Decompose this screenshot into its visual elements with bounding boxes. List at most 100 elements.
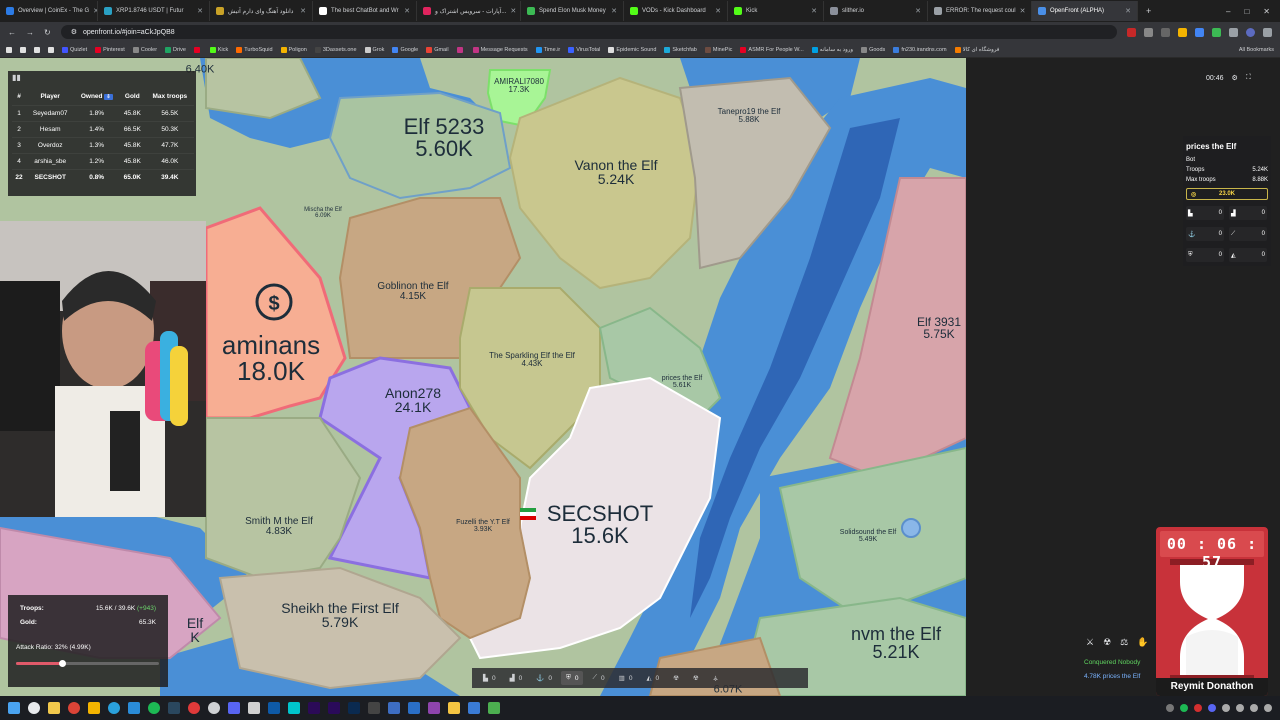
build-option[interactable]: ▥ 0 bbox=[614, 671, 638, 685]
browser-tab[interactable]: The best ChatBot and Wr ✕ bbox=[313, 1, 417, 21]
bookmark-item[interactable] bbox=[456, 46, 465, 53]
tab-close-icon[interactable]: ✕ bbox=[1121, 7, 1131, 15]
chrome-icon[interactable] bbox=[68, 702, 80, 714]
extension-icon[interactable] bbox=[1195, 27, 1204, 37]
discord-icon[interactable] bbox=[228, 702, 240, 714]
leaderboard-row[interactable]: 4 arshia_sbe 1.2% 45.8K 46.0K bbox=[12, 153, 194, 170]
browser-tab[interactable]: ERROR: The request coul ✕ bbox=[928, 1, 1032, 21]
telegram-icon[interactable] bbox=[108, 702, 120, 714]
leaderboard-icon[interactable]: ▮▮ bbox=[12, 73, 22, 83]
close-window-icon[interactable]: ✕ bbox=[1263, 7, 1270, 16]
bookmark-item[interactable]: MinePic bbox=[704, 46, 732, 53]
site-info-icon[interactable]: ⚙ bbox=[71, 28, 77, 36]
url-input[interactable]: ⚙ openfront.io/#join=aCkJpQB8 bbox=[60, 25, 1117, 39]
bookmark-item[interactable] bbox=[193, 46, 202, 53]
build-option[interactable]: ☢ bbox=[668, 671, 684, 685]
unit-marker-icon[interactable] bbox=[901, 518, 921, 538]
attack-ratio-slider[interactable] bbox=[16, 660, 159, 667]
chatgpt-icon[interactable] bbox=[208, 702, 220, 714]
leaderboard-row[interactable]: 2 Hesam 1.4% 66.5K 50.3K bbox=[12, 121, 194, 138]
build-option[interactable]: ⚶ bbox=[708, 671, 724, 685]
tab-close-icon[interactable]: ✕ bbox=[1016, 7, 1026, 15]
tab-close-icon[interactable]: ✕ bbox=[506, 7, 516, 15]
vscode-icon[interactable] bbox=[128, 702, 140, 714]
tray-icon[interactable] bbox=[1194, 704, 1202, 712]
tab-close-icon[interactable]: ✕ bbox=[89, 7, 97, 15]
browser-tab[interactable]: آپارات - سرویس اشتراک و... ✕ bbox=[417, 1, 521, 21]
app-icon[interactable] bbox=[188, 702, 200, 714]
bookmark-item[interactable]: VirusTotal bbox=[568, 46, 600, 53]
bookmark-folder-icon[interactable] bbox=[6, 46, 12, 53]
file-explorer-icon[interactable] bbox=[48, 702, 60, 714]
bookmark-item[interactable]: Sketchfab bbox=[664, 46, 697, 53]
tray-icon[interactable] bbox=[1208, 704, 1216, 712]
photoshop-icon[interactable] bbox=[348, 702, 360, 714]
tray-icon[interactable] bbox=[1180, 704, 1188, 712]
bookmark-item[interactable]: Drive bbox=[165, 46, 186, 53]
col-gold[interactable]: Gold bbox=[119, 88, 146, 106]
extension-icon[interactable] bbox=[1127, 27, 1136, 37]
bookmark-item[interactable]: فروشگاه ای کالا bbox=[954, 46, 999, 53]
forward-icon[interactable]: → bbox=[26, 28, 34, 37]
sword-icon[interactable]: ⚔ bbox=[1086, 637, 1094, 648]
tray-icon[interactable] bbox=[1236, 704, 1244, 712]
steam-icon[interactable] bbox=[168, 702, 180, 714]
extension-icon[interactable] bbox=[1212, 27, 1221, 37]
browser-tab[interactable]: XRP1.8746 USDT | Futur ✕ bbox=[98, 1, 210, 21]
build-option[interactable]: ⛨ 0 bbox=[560, 671, 584, 685]
col-max-troops[interactable]: Max troops bbox=[146, 88, 194, 106]
browser-tab[interactable]: VODs - Kick Dashboard ✕ bbox=[624, 1, 728, 21]
app-icon[interactable] bbox=[448, 702, 460, 714]
blender-icon[interactable] bbox=[388, 702, 400, 714]
maximize-icon[interactable]: □ bbox=[1244, 7, 1249, 16]
bookmark-item[interactable]: Quizlet bbox=[62, 46, 87, 53]
col-owned[interactable]: Owned ⇩ bbox=[74, 88, 119, 106]
bookmark-item[interactable]: Cooler bbox=[132, 46, 157, 53]
bookmark-folder-icon[interactable] bbox=[20, 46, 26, 53]
all-bookmarks-button[interactable]: All Bookmarks bbox=[1239, 47, 1274, 53]
app-icon[interactable] bbox=[408, 702, 420, 714]
after-effects-icon[interactable] bbox=[308, 702, 320, 714]
attack-ratio-handle[interactable] bbox=[58, 660, 66, 667]
tray-icon[interactable] bbox=[1222, 704, 1230, 712]
bookmark-item[interactable]: fn230.irandns.com bbox=[893, 46, 947, 53]
browser-tab[interactable]: OpenFront (ALPHA) ✕ bbox=[1032, 1, 1138, 21]
menu-icon[interactable] bbox=[1263, 27, 1272, 37]
app-icon[interactable] bbox=[248, 702, 260, 714]
bookmark-item[interactable]: Gmail bbox=[426, 46, 449, 53]
browser-tab[interactable]: دانلود آهنگ وای دارم آتیش ✕ bbox=[210, 1, 313, 21]
tab-close-icon[interactable]: ✕ bbox=[911, 7, 921, 15]
app-icon[interactable] bbox=[268, 702, 280, 714]
bookmark-item[interactable]: Google bbox=[392, 46, 418, 53]
browser-tab[interactable]: slither.io ✕ bbox=[824, 1, 928, 21]
bookmark-item[interactable]: Time.ir bbox=[535, 46, 560, 53]
app-icon[interactable] bbox=[468, 702, 480, 714]
fullscreen-icon[interactable]: ⛶ bbox=[1246, 74, 1251, 82]
extension-icon[interactable] bbox=[1178, 27, 1187, 37]
tab-close-icon[interactable]: ✕ bbox=[607, 7, 617, 15]
bookmark-item[interactable]: Message Requests bbox=[472, 46, 528, 53]
bookmark-item[interactable]: Poligon bbox=[280, 46, 307, 53]
app-icon[interactable] bbox=[428, 702, 440, 714]
bookmark-folder-icon[interactable] bbox=[34, 46, 40, 53]
leaderboard-row[interactable]: 1 Seyedam07 1.8% 45.8K 56.5K bbox=[12, 105, 194, 122]
browser-tab[interactable]: Kick ✕ bbox=[728, 1, 824, 21]
back-icon[interactable]: ← bbox=[8, 28, 16, 37]
bookmark-item[interactable]: 3Dassets.one bbox=[314, 46, 357, 53]
col-player[interactable]: Player bbox=[26, 88, 74, 106]
bookmark-item[interactable]: Grok bbox=[364, 46, 384, 53]
tab-close-icon[interactable]: ✕ bbox=[400, 7, 410, 15]
bookmark-item[interactable]: ورود به سامانه bbox=[811, 46, 853, 53]
tray-icon[interactable] bbox=[1166, 704, 1174, 712]
extension-icon[interactable] bbox=[1144, 27, 1153, 37]
app-icon[interactable] bbox=[88, 702, 100, 714]
browser-tab[interactable]: Spend Elon Musk Money ✕ bbox=[521, 1, 624, 21]
spotify-icon[interactable] bbox=[148, 702, 160, 714]
bookmark-item[interactable]: Goods bbox=[861, 46, 885, 53]
tab-close-icon[interactable]: ✕ bbox=[193, 7, 203, 15]
bookmark-star-icon[interactable] bbox=[1161, 27, 1170, 37]
leaderboard-row[interactable]: 3 Overdoz 1.3% 45.8K 47.7K bbox=[12, 137, 194, 154]
browser-tab[interactable]: Overview | CoinEx - The G✕ bbox=[0, 1, 98, 21]
premiere-icon[interactable] bbox=[328, 702, 340, 714]
nuke-icon[interactable]: ☢ bbox=[1103, 637, 1111, 648]
